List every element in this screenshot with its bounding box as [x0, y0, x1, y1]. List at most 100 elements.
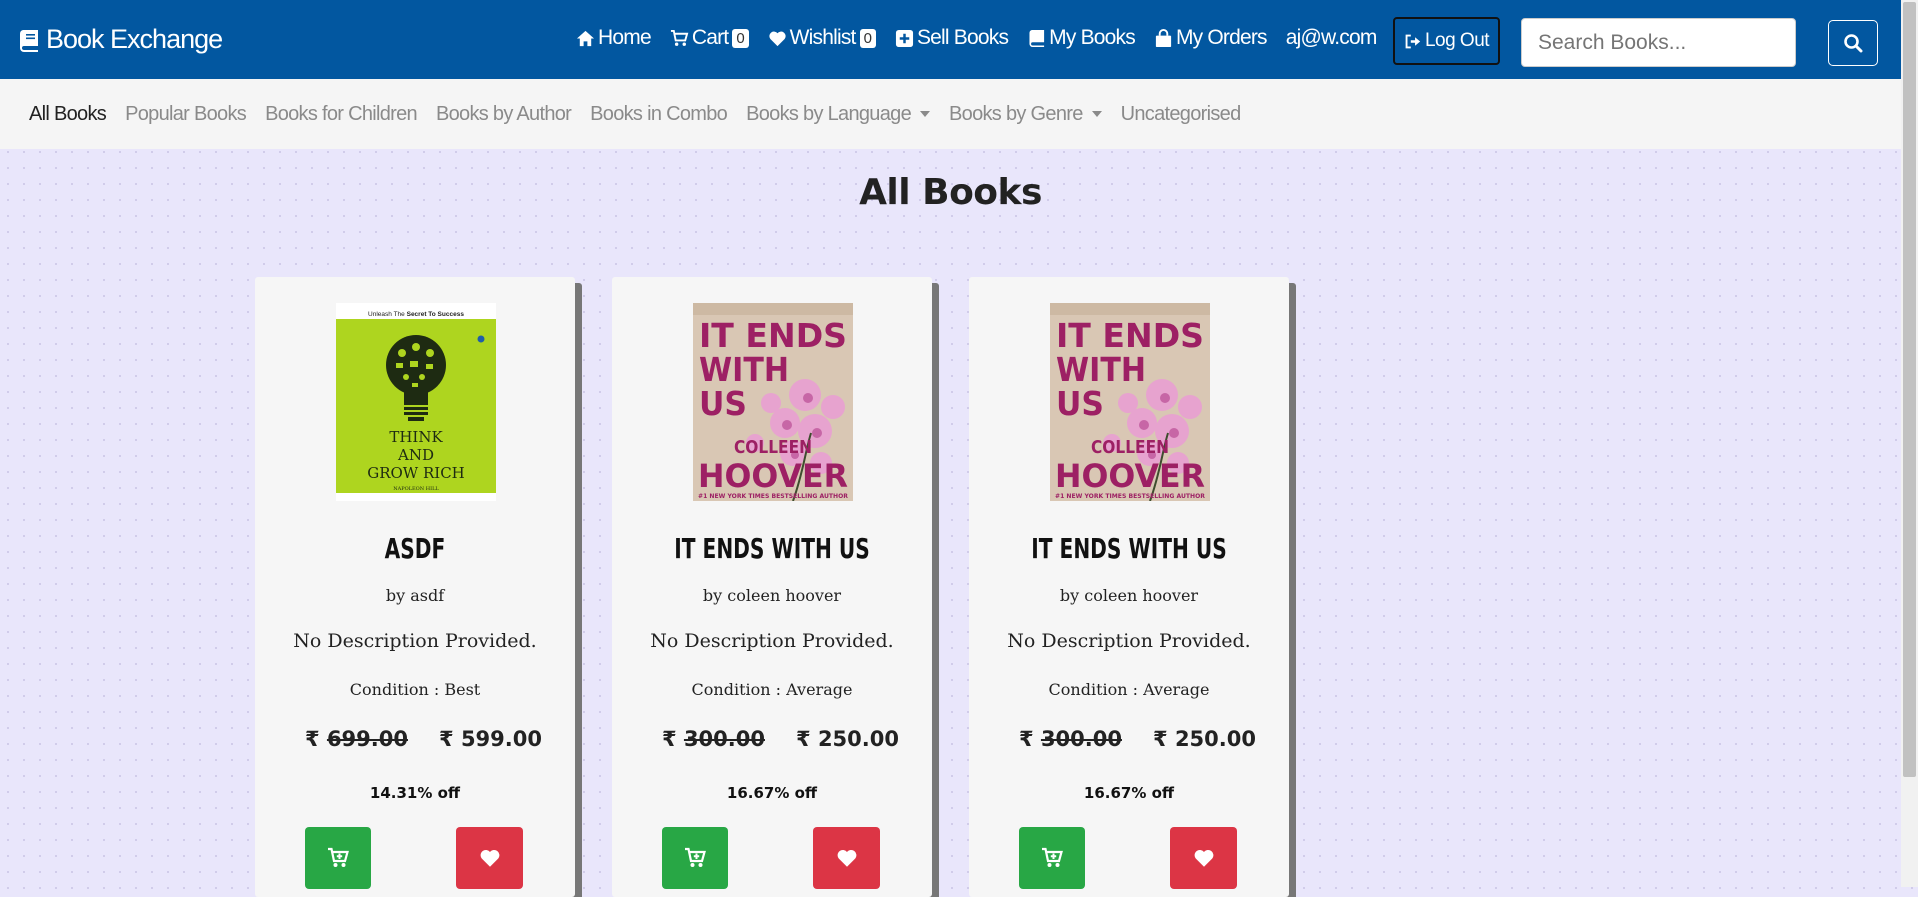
cart-plus-icon	[1042, 847, 1063, 867]
cart-plus-icon	[685, 847, 706, 867]
search-icon	[1844, 34, 1863, 53]
heart-icon	[480, 849, 499, 867]
shopping-cart-icon	[670, 29, 689, 46]
currency-symbol: ₹	[796, 727, 811, 751]
currency-symbol: ₹	[439, 727, 454, 751]
book-card[interactable]: IT ENDS WITH US COLLEEN HOOVER #1 NEW YO…	[612, 277, 932, 897]
nav-home[interactable]: Home	[576, 26, 652, 50]
subnav-books-by-genre[interactable]: Books by Genre	[949, 103, 1102, 126]
nav-my-orders[interactable]: My Orders	[1154, 26, 1268, 50]
nav-user-email[interactable]: aj@w.com	[1285, 26, 1378, 50]
caret-down-icon	[1091, 111, 1102, 117]
original-price-value: 300.00	[1040, 727, 1122, 751]
subnav-all-books[interactable]: All Books	[29, 103, 107, 126]
nav-home-label: Home	[598, 26, 652, 49]
currency-symbol: ₹	[662, 727, 677, 751]
cover-author-line-2: HOOVER	[1055, 457, 1205, 495]
page-title: All Books	[859, 172, 1042, 213]
search-input[interactable]	[1521, 18, 1796, 67]
currency-symbol: ₹	[1019, 727, 1034, 751]
wishlist-count-badge: 0	[859, 28, 876, 48]
nav-my-books[interactable]: My Books	[1027, 26, 1136, 50]
nav-my-books-label: My Books	[1049, 26, 1136, 49]
heart-icon	[1194, 849, 1213, 867]
add-to-cart-button[interactable]	[662, 827, 728, 889]
nav-wishlist-label: Wishlist	[789, 26, 857, 49]
add-to-wishlist-button[interactable]	[456, 827, 523, 889]
original-price: ₹ 699.00	[305, 727, 408, 751]
nav-cart-label: Cart	[691, 26, 729, 49]
cover-title-line-1: THINK	[389, 428, 443, 446]
book-title[interactable]: IT ENDS WITH US	[1014, 532, 1244, 565]
sale-price-value: 599.00	[460, 727, 542, 751]
discount-label: 16.67% off	[1083, 784, 1175, 802]
book-condition: Condition : Best	[349, 680, 481, 699]
cover-author: NAPOLEON HILL	[393, 486, 439, 492]
scrollbar-thumb[interactable]	[1903, 2, 1916, 777]
subnav-books-by-language[interactable]: Books by Language	[746, 102, 931, 126]
cart-plus-icon	[328, 847, 349, 867]
book-title[interactable]: IT ENDS WITH US	[657, 532, 887, 565]
cover-author-line-1: COLLEEN	[734, 437, 812, 458]
cover-author-line-1: COLLEEN	[1091, 437, 1169, 458]
main-nav: Home Cart 0 Wishlist 0 Sell Books My Boo…	[576, 26, 1396, 50]
add-to-wishlist-button[interactable]	[1170, 827, 1237, 889]
svg-text:Unleash The Secret To Success: Unleash The Secret To Success	[368, 311, 464, 318]
logout-button[interactable]: Log Out	[1393, 17, 1500, 65]
book-author: by asdf	[385, 586, 445, 605]
top-navbar: Book Exchange Home Cart 0 Wishlist 0 Sel…	[0, 0, 1918, 79]
book-card[interactable]: Unleash The Secret To Success THINK AND …	[255, 277, 575, 897]
cart-count-badge: 0	[732, 28, 749, 48]
heart-icon	[837, 849, 856, 867]
sale-price: ₹ 250.00	[1153, 727, 1256, 751]
book-condition: Condition : Average	[1048, 680, 1210, 699]
heart-icon	[769, 31, 786, 46]
nav-wishlist[interactable]: Wishlist 0	[768, 26, 876, 50]
page-scrollbar[interactable]	[1901, 0, 1918, 887]
book-description: No Description Provided.	[650, 630, 894, 652]
currency-symbol: ₹	[1153, 727, 1168, 751]
nav-cart[interactable]: Cart 0	[670, 26, 749, 50]
subnav-popular-books[interactable]: Popular Books	[125, 103, 247, 126]
nav-sell-books[interactable]: Sell Books	[895, 26, 1009, 50]
book-description: No Description Provided.	[293, 630, 537, 652]
add-to-cart-button[interactable]	[1019, 827, 1085, 889]
add-to-wishlist-button[interactable]	[813, 827, 880, 889]
add-to-cart-button[interactable]	[305, 827, 371, 889]
shopping-bag-icon	[1155, 28, 1172, 47]
book-icon	[1029, 29, 1045, 47]
subnav-books-for-children[interactable]: Books for Children	[265, 103, 418, 126]
sale-price-value: 250.00	[1174, 727, 1256, 751]
plus-square-icon	[895, 29, 913, 47]
book-card[interactable]: IT ENDS WITH US COLLEEN HOOVER #1 NEW YO…	[969, 277, 1289, 897]
book-cover-image[interactable]: IT ENDS WITH US COLLEEN HOOVER #1 NEW YO…	[693, 303, 853, 501]
cover-tagline: Unleash The	[368, 311, 405, 318]
book-cover-image[interactable]: Unleash The Secret To Success THINK AND …	[336, 303, 496, 501]
search-button[interactable]	[1828, 20, 1878, 66]
logout-label: Log Out	[1424, 30, 1490, 51]
cover-bottom-line: #1 NEW YORK TIMES BESTSELLING AUTHOR	[698, 493, 848, 500]
subnav-books-by-author[interactable]: Books by Author	[436, 103, 572, 126]
book-title[interactable]: ASDF	[300, 532, 530, 565]
discount-label: 16.67% off	[726, 784, 818, 802]
category-nav: All Books Popular Books Books for Childr…	[0, 79, 1901, 149]
cover-bottom-line: #1 NEW YORK TIMES BESTSELLING AUTHOR	[1055, 493, 1205, 500]
nav-my-orders-label: My Orders	[1175, 26, 1268, 49]
cover-title-line-3: US	[1056, 384, 1104, 423]
book-author: by coleen hoover	[702, 586, 842, 605]
cover-title-line-3: US	[699, 384, 747, 423]
book-cover-image[interactable]: IT ENDS WITH US COLLEEN HOOVER #1 NEW YO…	[1050, 303, 1210, 501]
sale-price: ₹ 250.00	[796, 727, 899, 751]
cover-tagline-bold: Secret To Success	[407, 311, 465, 318]
subnav-books-by-language-label: Books by Language	[746, 102, 912, 125]
currency-symbol: ₹	[305, 727, 320, 751]
user-email: aj@w.com	[1285, 26, 1378, 49]
original-price: ₹ 300.00	[1019, 727, 1122, 751]
subnav-books-in-combo[interactable]: Books in Combo	[590, 103, 728, 126]
nav-sell-books-label: Sell Books	[916, 26, 1009, 49]
subnav-uncategorised[interactable]: Uncategorised	[1121, 103, 1242, 126]
home-icon	[576, 30, 595, 46]
caret-down-icon	[920, 111, 931, 117]
cover-author-line-2: HOOVER	[698, 457, 848, 495]
brand-logo[interactable]: Book Exchange	[18, 24, 223, 55]
